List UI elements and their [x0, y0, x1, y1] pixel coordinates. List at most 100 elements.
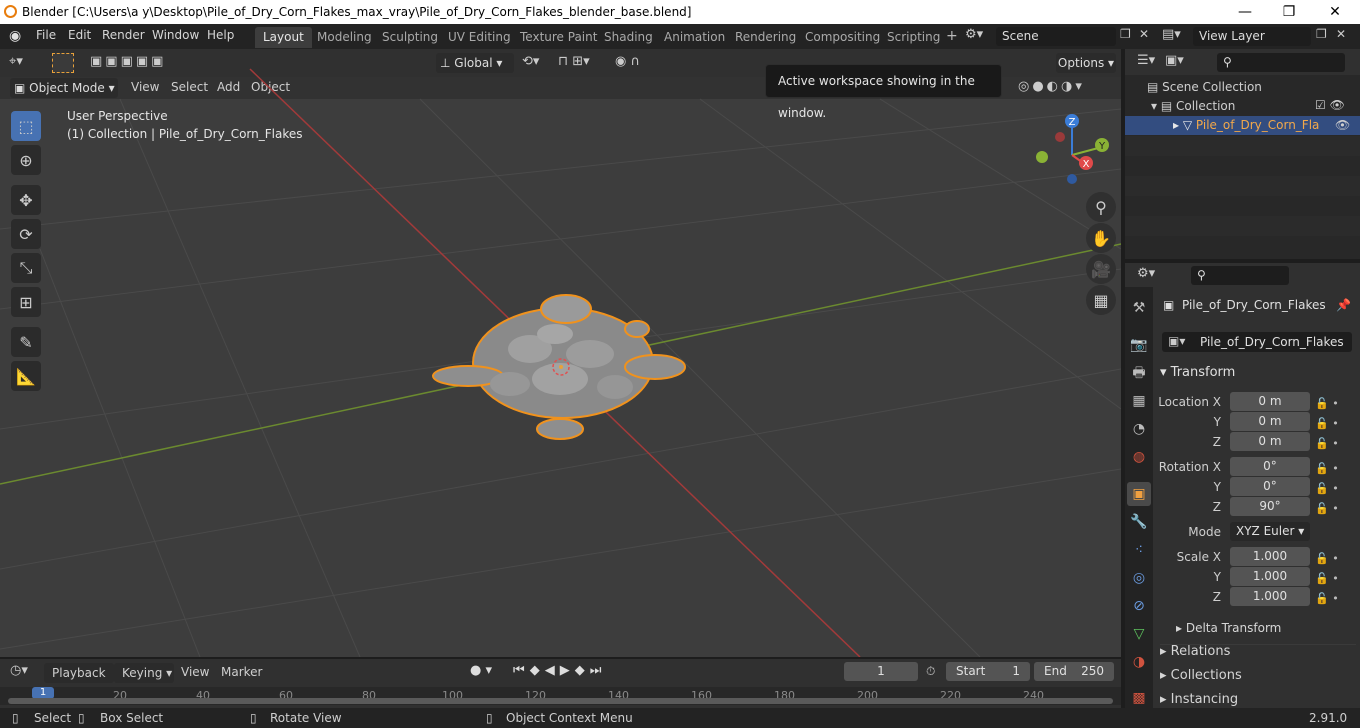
properties-search-field[interactable]: ⚲	[1191, 266, 1289, 285]
object-row[interactable]: ▸ ▽ Pile_of_Dry_Corn_Fla 👁	[1125, 116, 1360, 135]
outliner-editor-icon[interactable]: ☰▾	[1137, 53, 1155, 68]
instancing-panel-header[interactable]: ▸ Instancing	[1160, 692, 1238, 707]
texture-tab-icon[interactable]: ▩	[1127, 686, 1151, 710]
menu-help[interactable]: Help	[207, 28, 234, 42]
start-frame-field[interactable]: Start 1	[946, 662, 1030, 681]
zoom-icon[interactable]: ⚲	[1086, 192, 1116, 222]
scale-z-field[interactable]: 1.000	[1230, 587, 1310, 606]
particles-tab-icon[interactable]: ⁖	[1127, 538, 1151, 562]
camera-icon[interactable]: 🎥	[1086, 254, 1116, 284]
modifier-tab-icon[interactable]: 🔧	[1127, 510, 1151, 534]
location-z-field[interactable]: 0 m	[1230, 432, 1310, 451]
corn-flakes-mesh[interactable]	[432, 294, 686, 440]
tab-shading[interactable]: Shading	[596, 27, 661, 48]
scene-collection-row[interactable]: ▤ Scene Collection	[1147, 80, 1262, 94]
rotation-y-field[interactable]: 0°	[1230, 477, 1310, 496]
tab-modeling[interactable]: Modeling	[309, 27, 380, 48]
tab-rendering[interactable]: Rendering	[727, 27, 804, 48]
rotate-tool-icon[interactable]: ⟳	[11, 219, 41, 249]
tab-scripting[interactable]: Scripting	[879, 27, 948, 48]
timer-icon[interactable]: ⏱	[926, 664, 935, 679]
display-mode-icon[interactable]: ▣▾	[1165, 53, 1184, 68]
transform-tool-icon[interactable]: ⊞	[11, 287, 41, 317]
rotation-x-field[interactable]: 0°	[1230, 457, 1310, 476]
material-tab-icon[interactable]: ◑	[1127, 650, 1151, 674]
navigation-gizmo[interactable]: Z Y X	[1030, 111, 1110, 191]
new-view-layer-icon[interactable]: ❐	[1316, 27, 1327, 41]
delete-scene-icon[interactable]: ✕	[1139, 27, 1149, 41]
view-layer-field[interactable]: View Layer	[1193, 27, 1311, 46]
collection-row[interactable]: ▾ ▤ Collection	[1151, 99, 1235, 113]
transform-panel-header[interactable]: ▾ Transform	[1160, 365, 1235, 380]
render-tab-icon[interactable]: 📷	[1127, 333, 1151, 357]
location-y-field[interactable]: 0 m	[1230, 412, 1310, 431]
scale-tool-icon[interactable]: ⤡	[11, 253, 41, 283]
select-box-tool-icon[interactable]: ⬚	[11, 111, 41, 141]
delta-transform-header[interactable]: ▸ Delta Transform	[1176, 621, 1281, 635]
cursor-tool-icon[interactable]: ⊕	[11, 145, 41, 175]
new-scene-icon[interactable]: ❐	[1120, 27, 1131, 41]
end-frame-field[interactable]: End 250	[1034, 662, 1114, 681]
annotate-tool-icon[interactable]: ✎	[11, 327, 41, 357]
collections-panel-header[interactable]: ▸ Collections	[1160, 668, 1242, 683]
keying-menu[interactable]: Keying ▾	[114, 663, 174, 683]
scale-lock-icons[interactable]: 🔓 • 🔓 • 🔓 •	[1315, 549, 1355, 609]
rotation-lock-icons[interactable]: 🔓 • 🔓 • 🔓 •	[1315, 459, 1355, 519]
constraints-tab-icon[interactable]: ⊘	[1127, 594, 1151, 618]
3d-viewport[interactable]: ⌖▾ ▣▣▣▣▣ ⊥ Global ▾ ⟲▾ ⊓ ⊞▾ ◉ ∩ Options …	[0, 49, 1121, 657]
tool-tab-icon[interactable]: ⚒	[1127, 296, 1151, 320]
record-icon[interactable]: ● ▾	[470, 663, 492, 678]
grid-ortho-icon[interactable]: ▦	[1086, 285, 1116, 315]
rotation-z-field[interactable]: 90°	[1230, 497, 1310, 516]
tab-uv-editing[interactable]: UV Editing	[440, 27, 519, 48]
blender-menu-icon[interactable]: ◉	[9, 28, 25, 44]
relations-panel-header[interactable]: ▸ Relations	[1160, 644, 1230, 659]
minimize-button[interactable]: —	[1234, 2, 1256, 22]
menu-edit[interactable]: Edit	[68, 28, 91, 42]
scene-name-field[interactable]: Scene	[996, 27, 1116, 46]
close-button[interactable]: ✕	[1324, 2, 1346, 22]
output-tab-icon[interactable]: 🖶	[1127, 361, 1151, 385]
collection-checkbox-icon[interactable]: ☑ 👁	[1315, 98, 1345, 112]
data-tab-icon[interactable]: ▽	[1127, 622, 1151, 646]
add-workspace-icon[interactable]: +	[946, 28, 958, 44]
timeline-menu-marker[interactable]: Marker	[221, 665, 262, 679]
scene-tab-icon[interactable]: ◔	[1127, 417, 1151, 441]
menu-render[interactable]: Render	[102, 28, 145, 42]
measure-tool-icon[interactable]: 📐	[11, 361, 41, 391]
view-layer-tab-icon[interactable]: ▦	[1127, 389, 1151, 413]
playback-controls-icons[interactable]: ⏮◆◀▶◆⏭	[513, 663, 606, 678]
view-layer-icon[interactable]: ▤▾	[1162, 27, 1181, 42]
tab-layout[interactable]: Layout	[255, 27, 312, 48]
pin-icon[interactable]: 📌	[1336, 298, 1351, 312]
move-tool-icon[interactable]: ✥	[11, 185, 41, 215]
tab-compositing[interactable]: Compositing	[797, 27, 888, 48]
scene-selector-icon[interactable]: ⚙▾	[965, 27, 995, 46]
playback-menu[interactable]: Playback ▾	[44, 663, 114, 700]
tab-animation[interactable]: Animation	[656, 27, 733, 48]
properties-editor-icon[interactable]: ⚙▾	[1137, 266, 1155, 281]
current-frame-field[interactable]: 1	[844, 662, 918, 681]
timeline-editor-icon[interactable]: ◷▾	[10, 663, 28, 678]
menu-window[interactable]: Window	[152, 28, 199, 42]
object-tab-icon[interactable]: ▣	[1127, 482, 1151, 506]
object-visibility-icon[interactable]: 👁	[1335, 118, 1350, 132]
timeline-menu-view[interactable]: View	[181, 665, 209, 679]
tab-sculpting[interactable]: Sculpting	[374, 27, 446, 48]
delete-view-layer-icon[interactable]: ✕	[1336, 27, 1346, 41]
location-lock-icons[interactable]: 🔓 • 🔓 • 🔓 •	[1315, 394, 1355, 454]
scale-y-field[interactable]: 1.000	[1230, 567, 1310, 586]
menu-file[interactable]: File	[36, 28, 56, 42]
rotation-mode-dropdown[interactable]: XYZ Euler ▾	[1230, 522, 1310, 541]
location-x-field[interactable]: 0 m	[1230, 392, 1310, 411]
timeline-scrollbar[interactable]	[8, 698, 1113, 704]
world-tab-icon[interactable]: ◍	[1127, 445, 1151, 469]
outliner-search-field[interactable]: ⚲	[1217, 53, 1345, 72]
status-context-menu: Object Context Menu	[506, 711, 633, 725]
object-name-field[interactable]: ▣▾ Pile_of_Dry_Corn_Flakes	[1162, 332, 1352, 352]
scale-x-field[interactable]: 1.000	[1230, 547, 1310, 566]
tab-texture-paint[interactable]: Texture Paint	[512, 27, 605, 48]
physics-tab-icon[interactable]: ◎	[1127, 566, 1151, 590]
pan-hand-icon[interactable]: ✋	[1086, 223, 1116, 253]
maximize-button[interactable]: ❐	[1278, 2, 1300, 22]
